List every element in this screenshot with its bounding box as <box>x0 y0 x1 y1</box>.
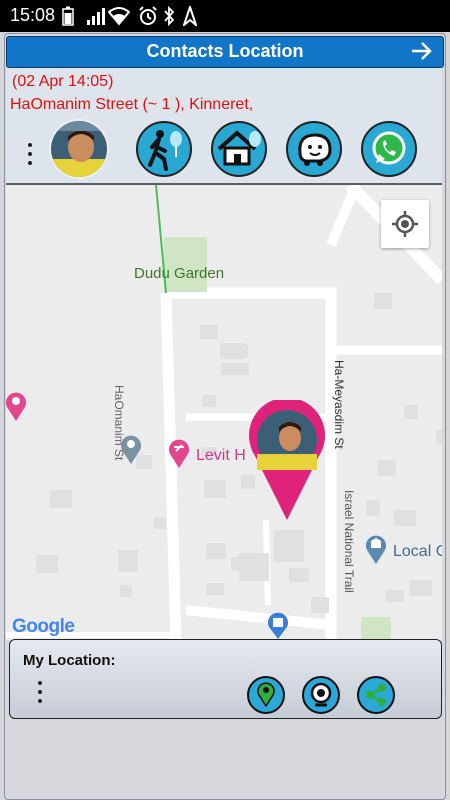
location-address: HaOmanim Street (~ 1 ), Kinneret, <box>10 96 254 113</box>
contact-avatar[interactable] <box>49 119 109 179</box>
bottom-overflow-menu-icon[interactable] <box>37 681 43 703</box>
poi-shopping-icon[interactable] <box>266 610 290 640</box>
map-label-park: Dudu Garden <box>134 265 225 282</box>
waze-button[interactable] <box>286 121 342 177</box>
home-icon <box>217 130 261 166</box>
map-label-street-east: Ha-Meyasdim St <box>332 360 346 449</box>
arrow-right-icon[interactable] <box>411 39 433 63</box>
map-pin-icon <box>257 682 275 708</box>
bluetooth-icon <box>164 6 175 26</box>
map-label-place-pink: Levit H <box>196 447 246 464</box>
page-title: Contacts Location <box>146 41 304 61</box>
poi-gray-pin-icon[interactable] <box>119 433 143 465</box>
title-bar: Contacts Location <box>6 36 444 68</box>
signal-icon <box>87 8 105 25</box>
waze-icon <box>298 133 332 166</box>
home-button[interactable] <box>211 121 267 177</box>
map-canvas <box>6 185 442 640</box>
walking-directions-button[interactable] <box>136 121 192 177</box>
battery-icon <box>62 6 74 26</box>
google-logo: Google <box>12 616 75 637</box>
location-icon <box>183 6 197 26</box>
camera-button[interactable] <box>302 676 340 714</box>
avatar-photo <box>51 121 107 177</box>
whatsapp-icon <box>372 131 406 165</box>
alarm-icon <box>139 6 157 25</box>
location-timestamp: (02 Apr 14:05) <box>12 73 114 90</box>
map-pin-button[interactable] <box>247 676 285 714</box>
map-view[interactable]: Dudu Garden HaOmanim St Ha-Meyasdim St I… <box>6 185 442 640</box>
map-label-place-local: Local C <box>393 543 442 560</box>
walking-directions-icon <box>148 130 182 171</box>
wifi-icon <box>108 7 130 26</box>
share-icon <box>366 684 386 706</box>
crosshair-icon <box>392 211 418 237</box>
poi-pink-place-icon[interactable] <box>167 437 191 469</box>
camera-icon <box>310 682 332 707</box>
my-location-button[interactable] <box>381 200 429 248</box>
status-time: 15:08 <box>10 5 56 25</box>
share-button[interactable] <box>357 676 395 714</box>
status-bar: 15:08 <box>0 0 450 32</box>
contact-location-marker[interactable] <box>247 400 327 522</box>
poi-pink-left-icon[interactable] <box>6 390 28 422</box>
poi-local-icon[interactable] <box>364 533 388 565</box>
whatsapp-button[interactable] <box>361 121 417 177</box>
my-location-label: My Location: <box>23 652 116 669</box>
map-label-trail: Israel National Trail <box>342 490 356 593</box>
overflow-menu-icon[interactable] <box>27 143 33 165</box>
